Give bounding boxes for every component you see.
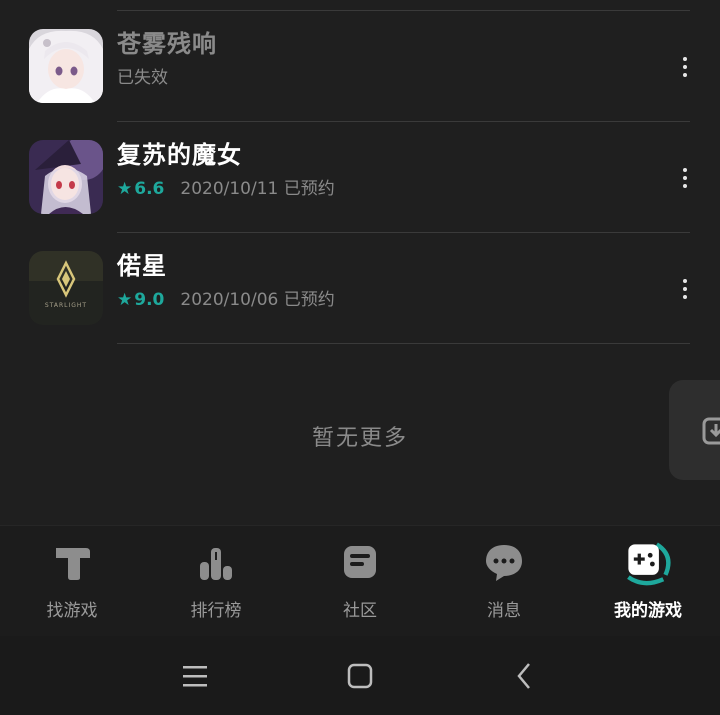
game-meta: ★ 6.6 2020/10/11 已预约 <box>117 174 335 199</box>
bottom-tab-bar: 找游戏 排行榜 社区 消息 我的游戏 <box>0 525 720 636</box>
find-games-icon <box>56 548 90 580</box>
ranking-icon <box>200 548 232 580</box>
star-icon: ★ <box>117 179 133 199</box>
game-title[interactable]: 复苏的魔女 <box>117 135 242 170</box>
starlight-logo-icon[interactable]: STARLIGHT <box>29 251 103 325</box>
game-title[interactable]: 苍雾残响 <box>117 24 217 59</box>
tab-label: 我的游戏 <box>614 601 682 621</box>
game-title[interactable]: 偌星 <box>117 246 167 281</box>
tab-label: 找游戏 <box>46 601 98 621</box>
star-icon: ★ <box>117 290 133 310</box>
game-meta: ★ 9.0 2020/10/06 已预约 <box>117 285 335 310</box>
divider <box>117 343 690 344</box>
rating: ★ 6.6 <box>117 179 164 199</box>
tab-messages[interactable]: 消息 <box>432 526 576 636</box>
divider <box>117 232 690 233</box>
home-icon[interactable] <box>340 656 380 696</box>
more-options-icon[interactable] <box>682 279 688 299</box>
game-row-1[interactable]: 苍雾残响 已失效 <box>0 29 720 139</box>
reservation-status: 已预约 <box>283 179 335 199</box>
reservation-status: 已预约 <box>283 290 335 310</box>
tab-label: 排行榜 <box>190 601 242 621</box>
community-icon <box>344 546 376 578</box>
tab-my-games[interactable]: 我的游戏 <box>576 526 720 636</box>
message-icon <box>486 545 522 581</box>
system-nav-bar <box>0 636 720 715</box>
tab-find-games[interactable]: 找游戏 <box>0 526 144 636</box>
anime-girl-white-hair-icon[interactable] <box>29 29 103 103</box>
download-float-button[interactable] <box>669 380 720 480</box>
rating-value: 6.6 <box>134 179 165 199</box>
gamepad-icon <box>627 542 671 586</box>
rating: ★ 9.0 <box>117 290 164 310</box>
menu-icon[interactable] <box>175 656 215 696</box>
reservation-date: 2020/10/06 <box>180 290 279 310</box>
rating-value: 9.0 <box>134 290 165 310</box>
tab-label: 社区 <box>343 601 377 621</box>
tab-ranking[interactable]: 排行榜 <box>144 526 288 636</box>
game-status: 已失效 <box>117 68 168 88</box>
reservation-date: 2020/10/11 <box>180 179 279 199</box>
game-row-3[interactable]: STARLIGHT 偌星 ★ 9.0 2020/10/06 已预约 <box>0 251 720 361</box>
more-options-icon[interactable] <box>682 168 688 188</box>
no-more-label: 暂无更多 <box>311 426 408 451</box>
anime-witch-icon[interactable] <box>29 140 103 214</box>
icon-text: STARLIGHT <box>45 302 87 309</box>
tab-community[interactable]: 社区 <box>288 526 432 636</box>
more-options-icon[interactable] <box>682 57 688 77</box>
game-row-2[interactable]: 复苏的魔女 ★ 6.6 2020/10/11 已预约 <box>0 140 720 250</box>
tab-label: 消息 <box>487 601 521 621</box>
back-icon[interactable] <box>505 656 545 696</box>
divider <box>117 10 690 11</box>
divider <box>117 121 690 122</box>
download-icon <box>702 417 720 445</box>
